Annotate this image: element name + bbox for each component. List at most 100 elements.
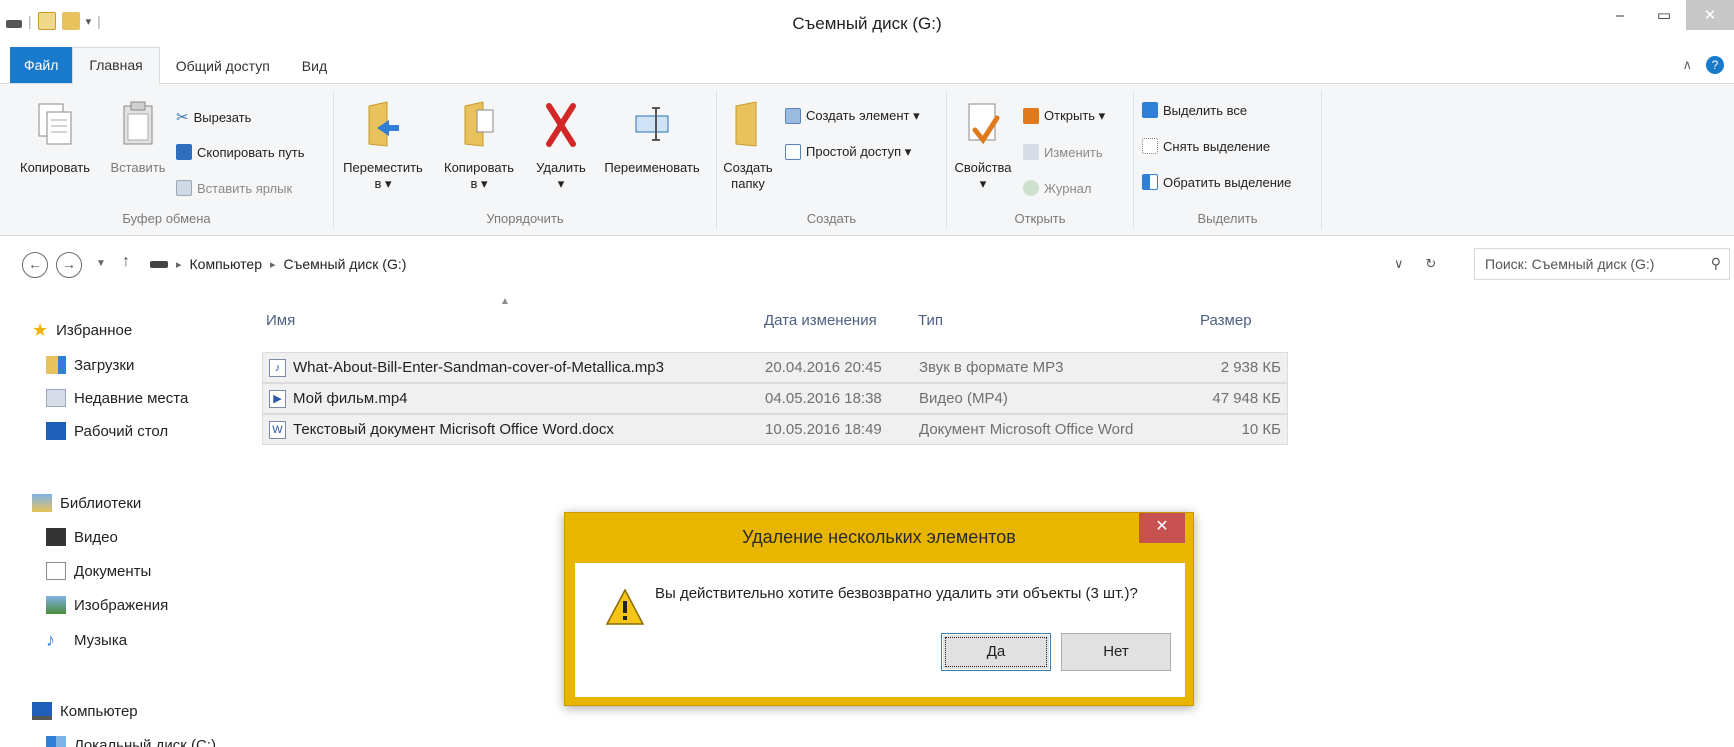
recent-locations-icon[interactable]: ▼ (96, 258, 106, 269)
easy-access-button[interactable]: Простой доступ ▾ (785, 144, 911, 160)
breadcrumb-computer[interactable]: Компьютер (190, 256, 262, 272)
collapse-ribbon-icon[interactable]: ∧ (1682, 57, 1692, 73)
help-icon[interactable]: ? (1706, 56, 1724, 74)
breadcrumb-separator[interactable]: ▸ (176, 258, 182, 271)
windows-drive-icon (46, 736, 66, 747)
column-header-date[interactable]: Дата изменения (764, 312, 877, 329)
cut-button[interactable]: ✂ Вырезать (176, 108, 251, 126)
copy-button[interactable]: Копировать (10, 100, 100, 176)
up-arrow-icon[interactable]: ↑ (122, 253, 130, 271)
new-folder-button[interactable]: Создать папку (721, 100, 775, 192)
rename-button[interactable]: Переименовать (596, 100, 708, 176)
back-button[interactable]: ← (22, 252, 48, 278)
column-header-size[interactable]: Размер (1200, 312, 1252, 329)
delete-button[interactable]: Удалить ▾ (530, 100, 592, 192)
navigation-pane: ★ Избранное Загрузки Недавние места Рабо… (0, 300, 250, 747)
dialog-close-button[interactable]: ✕ (1139, 513, 1185, 543)
tab-view[interactable]: Вид (286, 49, 343, 83)
recent-places-icon (46, 389, 66, 407)
select-all-button[interactable]: Выделить все (1142, 102, 1247, 118)
tab-file[interactable]: Файл (10, 47, 73, 83)
folder-icon (735, 101, 757, 147)
rename-label: Переименовать (604, 160, 700, 175)
delete-x-icon (546, 103, 576, 147)
nav-pictures[interactable]: Изображения (46, 596, 168, 614)
libraries-icon (32, 494, 52, 512)
nav-desktop-label: Рабочий стол (74, 422, 169, 440)
search-input[interactable]: Поиск: Съемный диск (G:) ⚲ (1474, 248, 1730, 280)
new-item-label: Создать элемент ▾ (806, 108, 920, 123)
history-icon (1023, 180, 1039, 196)
nav-documents-label: Документы (74, 562, 152, 580)
nav-desktop[interactable]: Рабочий стол (46, 422, 168, 440)
edit-label: Изменить (1044, 144, 1103, 160)
close-button[interactable]: ✕ (1686, 0, 1734, 30)
delete-label: Удалить (536, 160, 586, 175)
title-bar: | ▾ | Съемный диск (G:) – ▭ ✕ (0, 0, 1734, 46)
delete-sub: ▾ (557, 176, 565, 191)
search-icon[interactable]: ⚲ (1711, 255, 1721, 272)
group-label-organize: Упорядочить (486, 211, 564, 226)
drive-icon (150, 260, 168, 268)
delete-confirm-dialog: Удаление нескольких элементов ✕ Вы дейст… (564, 512, 1194, 706)
move-to-button[interactable]: Переместить в ▾ (336, 100, 430, 192)
address-bar: ← → ▼ ↑ ▸ Компьютер ▸ Съемный диск (G:) … (0, 244, 1734, 284)
file-type: Документ Microsoft Office Word (919, 421, 1134, 438)
dialog-message: Вы действительно хотите безвозвратно уда… (655, 585, 1138, 602)
copy-to-button[interactable]: Копировать в ▾ (436, 100, 522, 192)
group-label-select: Выделить (1197, 211, 1258, 226)
nav-computer[interactable]: Компьютер (32, 702, 138, 720)
forward-button[interactable]: → (56, 252, 82, 278)
sort-up-icon: ▲ (500, 296, 510, 307)
maximize-button[interactable]: ▭ (1642, 0, 1686, 30)
breadcrumb-separator[interactable]: ▸ (270, 258, 276, 271)
rename-icon (635, 107, 669, 141)
group-label-new: Создать (806, 211, 857, 226)
nav-local-disk[interactable]: Локальный диск (C:) (46, 736, 216, 747)
nav-recent[interactable]: Недавние места (46, 389, 188, 407)
nav-downloads-label: Загрузки (74, 356, 135, 374)
file-name: What-About-Bill-Enter-Sandman-cover-of-M… (293, 359, 664, 376)
refresh-icon[interactable]: ↻ (1426, 256, 1437, 272)
computer-icon (32, 702, 52, 720)
group-open: Свойства ▾ Открыть ▾ Изменить Журнал Отк… (947, 90, 1134, 230)
yes-button[interactable]: Да (941, 633, 1051, 671)
easy-access-label: Простой доступ ▾ (806, 144, 912, 159)
table-row[interactable]: ♪ What-About-Bill-Enter-Sandman-cover-of… (262, 352, 1288, 383)
nav-video[interactable]: Видео (46, 528, 118, 546)
select-none-button[interactable]: Снять выделение (1142, 138, 1270, 154)
file-size: 10 КБ (1241, 421, 1281, 438)
properties-button[interactable]: Свойства ▾ (951, 100, 1015, 192)
desktop-icon (46, 422, 66, 440)
address-dropdown-icon[interactable]: ∨ (1394, 256, 1404, 272)
scissors-icon: ✂ (176, 109, 189, 126)
nav-video-label: Видео (74, 528, 118, 546)
nav-recent-label: Недавние места (74, 389, 189, 407)
minimize-button[interactable]: – (1598, 0, 1642, 30)
nav-downloads[interactable]: Загрузки (46, 356, 134, 374)
no-button[interactable]: Нет (1061, 633, 1171, 671)
table-row[interactable]: ▶ Мой фильм.mp4 04.05.2016 18:38 Видео (… (262, 383, 1288, 414)
move-to-sub: в ▾ (374, 176, 392, 191)
column-header-name[interactable]: Имя (266, 312, 295, 329)
paste-button[interactable]: Вставить (106, 100, 170, 176)
breadcrumb-drive[interactable]: Съемный диск (G:) (284, 256, 407, 272)
column-header-type[interactable]: Тип (918, 312, 943, 329)
tab-home[interactable]: Главная (72, 47, 160, 84)
tab-share[interactable]: Общий доступ (160, 49, 286, 83)
nav-music[interactable]: ♪ Музыка (46, 630, 127, 651)
open-button[interactable]: Открыть ▾ (1023, 108, 1105, 124)
nav-computer-label: Компьютер (60, 702, 138, 720)
group-label-open: Открыть (1014, 211, 1066, 226)
history-button[interactable]: Журнал (1023, 180, 1091, 196)
nav-documents[interactable]: Документы (46, 562, 151, 580)
paste-shortcut-button[interactable]: Вставить ярлык (176, 180, 292, 196)
table-row[interactable]: W Текстовый документ Micrisoft Office Wo… (262, 414, 1288, 445)
edit-button[interactable]: Изменить (1023, 144, 1103, 160)
ribbon: Копировать Вставить ✂ Вырезать Скопирова… (0, 84, 1734, 236)
nav-libraries[interactable]: Библиотеки (32, 494, 141, 512)
copy-path-button[interactable]: Скопировать путь (176, 144, 305, 160)
nav-favorites[interactable]: ★ Избранное (32, 320, 132, 341)
invert-selection-button[interactable]: Обратить выделение (1142, 174, 1291, 190)
new-item-button[interactable]: Создать элемент ▾ (785, 108, 920, 124)
